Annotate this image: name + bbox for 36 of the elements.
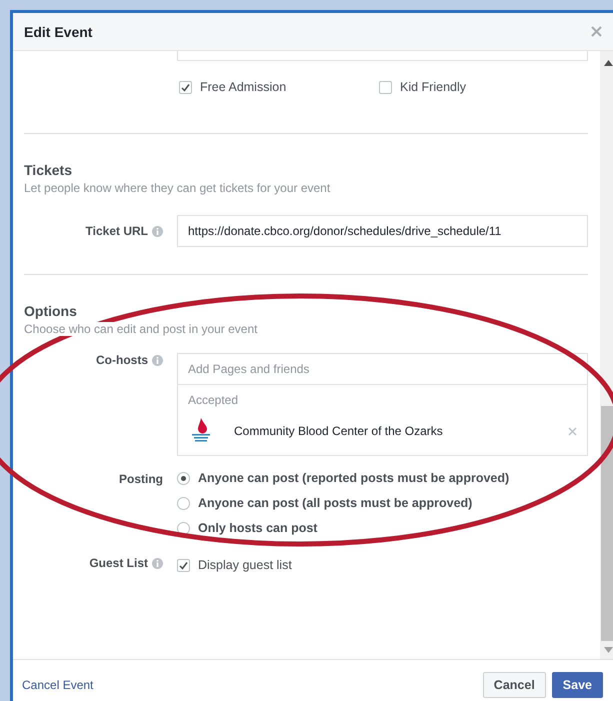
section-description: Let people know where they can get tickets for your event bbox=[24, 181, 332, 195]
save-button[interactable]: Save bbox=[552, 672, 603, 698]
scroll-up-icon[interactable] bbox=[604, 60, 613, 66]
section-heading: Options bbox=[24, 303, 78, 319]
accepted-label: Accepted bbox=[188, 393, 240, 407]
radio-button[interactable] bbox=[177, 522, 190, 534]
section-description: Choose who can edit and post in your event bbox=[24, 322, 258, 336]
radio-label: Anyone can post (all posts must be approved) bbox=[198, 496, 472, 510]
field-label: Ticket URL bbox=[86, 224, 148, 238]
field-label: Posting bbox=[119, 472, 163, 486]
scrollbar-thumb[interactable] bbox=[601, 406, 613, 641]
cohosts-field[interactable]: Add Pages and friends bbox=[177, 353, 588, 385]
cancel-button[interactable]: Cancel bbox=[482, 672, 546, 698]
field-label: Guest List bbox=[89, 556, 148, 570]
checkbox-label: Display guest list bbox=[198, 558, 292, 572]
checkbox-label: Free Admission bbox=[200, 80, 286, 94]
info-icon[interactable] bbox=[152, 226, 163, 236]
close-icon[interactable] bbox=[591, 26, 602, 37]
radio-label: Anyone can post (reported posts must be approved) bbox=[198, 471, 510, 485]
info-icon[interactable] bbox=[152, 558, 163, 568]
cohost-name: Community Blood Center of the Ozarks bbox=[234, 424, 444, 438]
radio-button[interactable] bbox=[177, 472, 190, 484]
field-label: Co-hosts bbox=[96, 353, 148, 367]
checkbox[interactable] bbox=[179, 80, 192, 94]
checkbox[interactable] bbox=[379, 80, 392, 94]
cancel-event-link[interactable]: Cancel Event bbox=[22, 678, 94, 692]
dialog-title: Edit Event bbox=[24, 24, 92, 40]
checkbox[interactable] bbox=[177, 558, 190, 572]
radio-label: Only hosts can post bbox=[198, 521, 318, 535]
section-heading: Tickets bbox=[24, 162, 73, 178]
remove-icon[interactable] bbox=[568, 426, 577, 436]
radio-button[interactable] bbox=[177, 496, 190, 510]
ticket-url-field[interactable]: https://donate.cbco.org/donor/schedules/drive_schedule/11 bbox=[177, 215, 588, 247]
scroll-down-icon[interactable] bbox=[604, 647, 613, 653]
info-icon[interactable] bbox=[152, 354, 163, 366]
checkbox-label: Kid Friendly bbox=[400, 80, 466, 94]
